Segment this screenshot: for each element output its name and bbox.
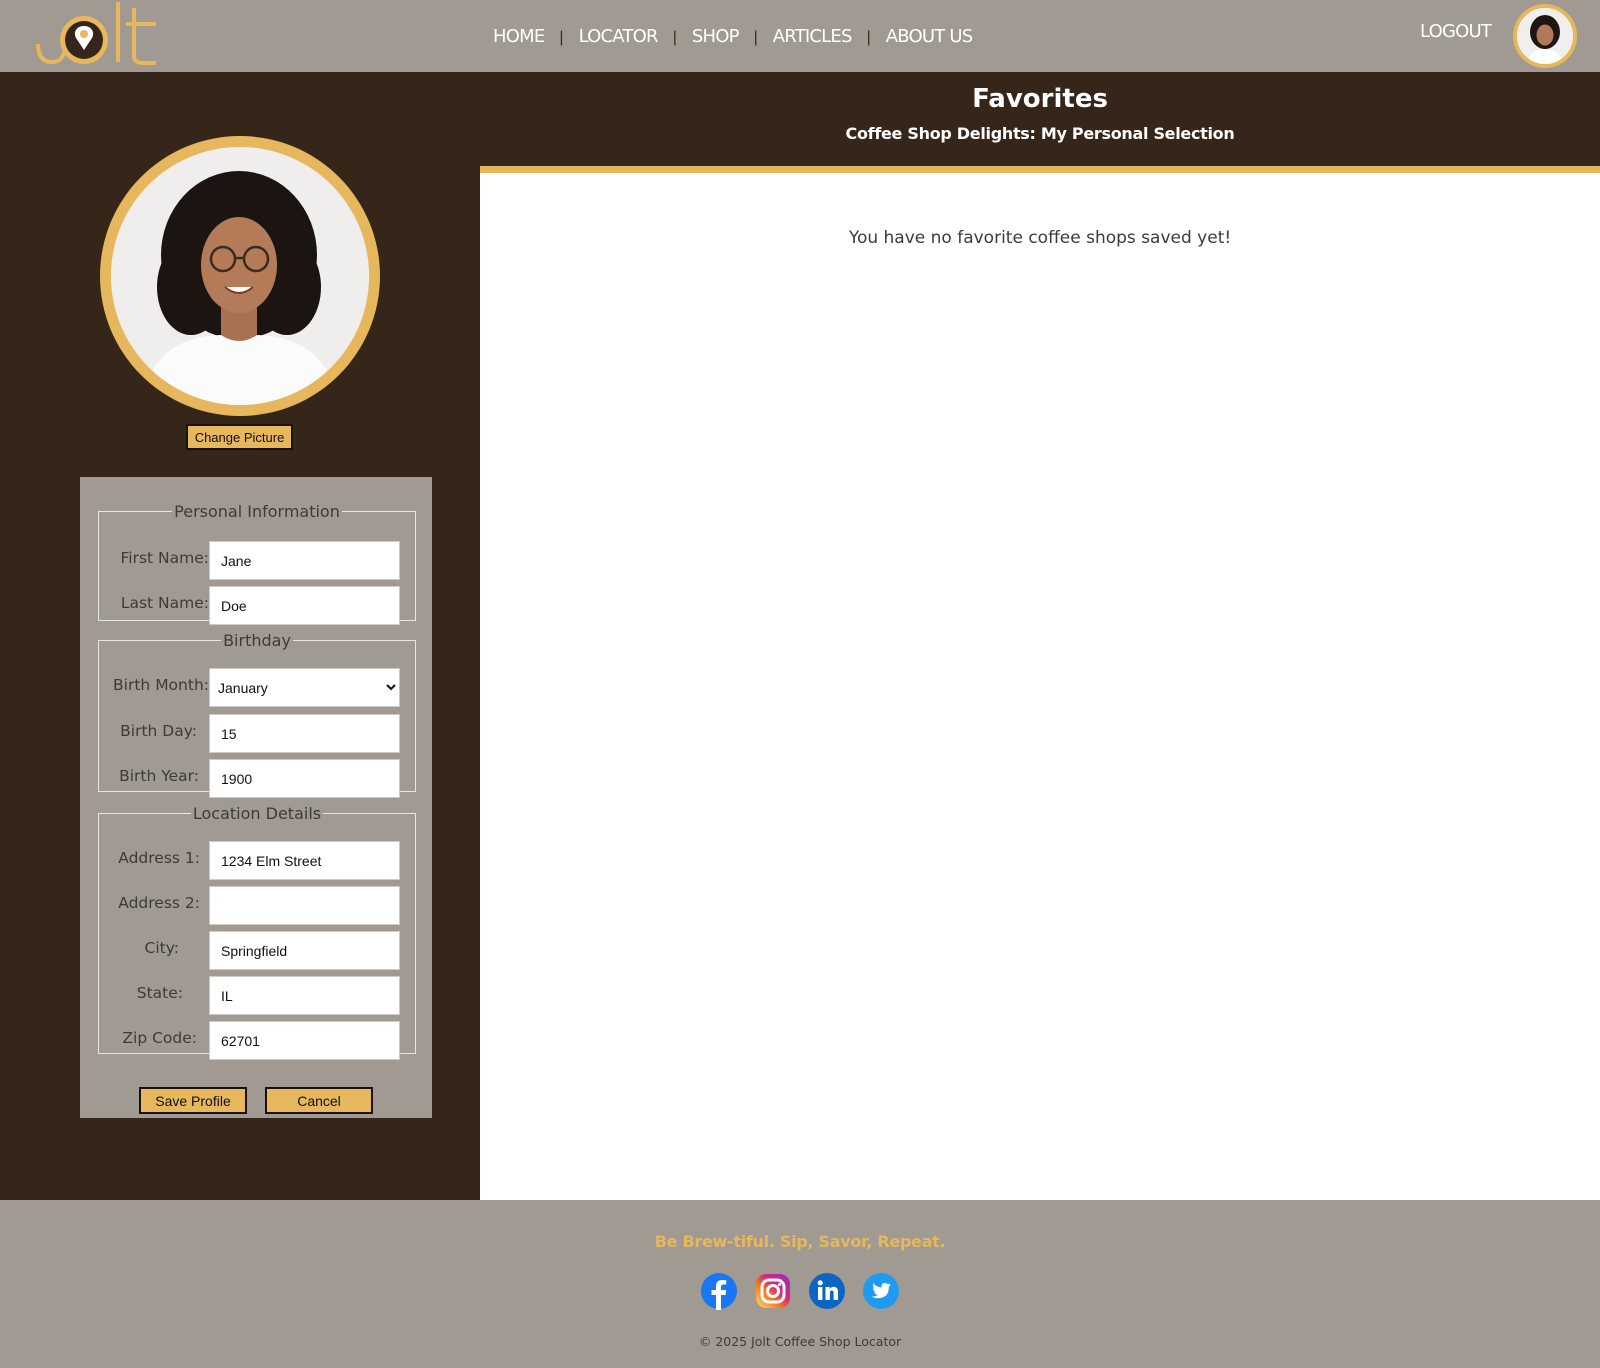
change-picture-button[interactable]: Change Picture bbox=[186, 424, 293, 450]
state-label: State: bbox=[136, 984, 183, 1002]
profile-picture bbox=[100, 136, 380, 416]
nav-shop[interactable]: SHOP bbox=[677, 26, 754, 47]
first-name-label: First Name: bbox=[120, 549, 210, 567]
last-name-label: Last Name: bbox=[120, 594, 209, 612]
nav-articles[interactable]: ARTICLES bbox=[758, 26, 867, 47]
instagram-icon[interactable] bbox=[754, 1272, 792, 1310]
user-avatar-icon bbox=[1517, 8, 1573, 64]
last-name-input[interactable] bbox=[209, 586, 400, 625]
jolt-logo[interactable] bbox=[18, 0, 162, 70]
page-subtitle: Coffee Shop Delights: My Personal Select… bbox=[845, 124, 1235, 143]
birth-day-label: Birth Day: bbox=[120, 722, 197, 740]
nav-home[interactable]: HOME bbox=[478, 26, 559, 47]
user-portrait-icon bbox=[111, 147, 369, 405]
birth-month-label: Birth Month: bbox=[113, 676, 209, 694]
birth-year-label: Birth Year: bbox=[119, 767, 199, 785]
address1-label: Address 1: bbox=[118, 849, 200, 867]
birth-year-input[interactable] bbox=[209, 759, 400, 798]
location-legend: Location Details bbox=[192, 804, 322, 823]
city-input[interactable] bbox=[209, 931, 400, 970]
first-name-input[interactable] bbox=[209, 541, 400, 580]
favorites-panel: You have no favorite coffee shops saved … bbox=[480, 166, 1600, 1200]
main-nav: HOME | LOCATOR | SHOP | ARTICLES | ABOUT… bbox=[478, 0, 987, 72]
twitter-icon[interactable] bbox=[862, 1272, 900, 1310]
zip-code-input[interactable] bbox=[209, 1021, 400, 1060]
nav-locator[interactable]: LOCATOR bbox=[564, 26, 673, 47]
birthday-legend: Birthday bbox=[223, 631, 291, 650]
address1-input[interactable] bbox=[209, 841, 400, 880]
save-profile-button[interactable]: Save Profile bbox=[139, 1087, 247, 1114]
cancel-button[interactable]: Cancel bbox=[265, 1087, 373, 1114]
copyright-text: © 2025 Jolt Coffee Shop Locator bbox=[698, 1334, 902, 1349]
state-input[interactable] bbox=[209, 976, 400, 1015]
facebook-icon[interactable] bbox=[700, 1272, 738, 1310]
linkedin-icon[interactable] bbox=[808, 1272, 846, 1310]
city-label: City: bbox=[144, 939, 179, 957]
location-fieldset: Location Details Address 1: Address 2: C… bbox=[98, 804, 416, 1060]
birthday-fieldset: Birthday Birth Month: January Birth Day:… bbox=[98, 631, 416, 798]
birth-month-select[interactable]: January bbox=[209, 668, 400, 707]
nav-about-us[interactable]: ABOUT US bbox=[871, 26, 988, 47]
page-title: Favorites bbox=[972, 84, 1108, 114]
header-avatar[interactable] bbox=[1513, 4, 1577, 68]
footer-tagline: Be Brew-tiful. Sip, Savor, Repeat. bbox=[654, 1232, 946, 1251]
personal-info-legend: Personal Information bbox=[174, 502, 340, 521]
profile-sidebar: Change Picture Personal Information Firs… bbox=[0, 72, 480, 1200]
profile-form: Personal Information First Name: Last Na… bbox=[80, 477, 432, 1118]
site-footer: Be Brew-tiful. Sip, Savor, Repeat. © 202… bbox=[0, 1200, 1600, 1368]
logout-link[interactable]: LOGOUT bbox=[1420, 21, 1492, 42]
social-links bbox=[700, 1272, 900, 1312]
address2-input[interactable] bbox=[209, 886, 400, 925]
address2-label: Address 2: bbox=[118, 894, 200, 912]
empty-favorites-message: You have no favorite coffee shops saved … bbox=[848, 228, 1232, 248]
zip-code-label: Zip Code: bbox=[122, 1029, 197, 1047]
top-header: HOME | LOCATOR | SHOP | ARTICLES | ABOUT… bbox=[0, 0, 1600, 72]
personal-info-fieldset: Personal Information First Name: Last Na… bbox=[98, 502, 416, 625]
birth-day-input[interactable] bbox=[209, 714, 400, 753]
favorites-header: Favorites Coffee Shop Delights: My Perso… bbox=[480, 72, 1600, 164]
